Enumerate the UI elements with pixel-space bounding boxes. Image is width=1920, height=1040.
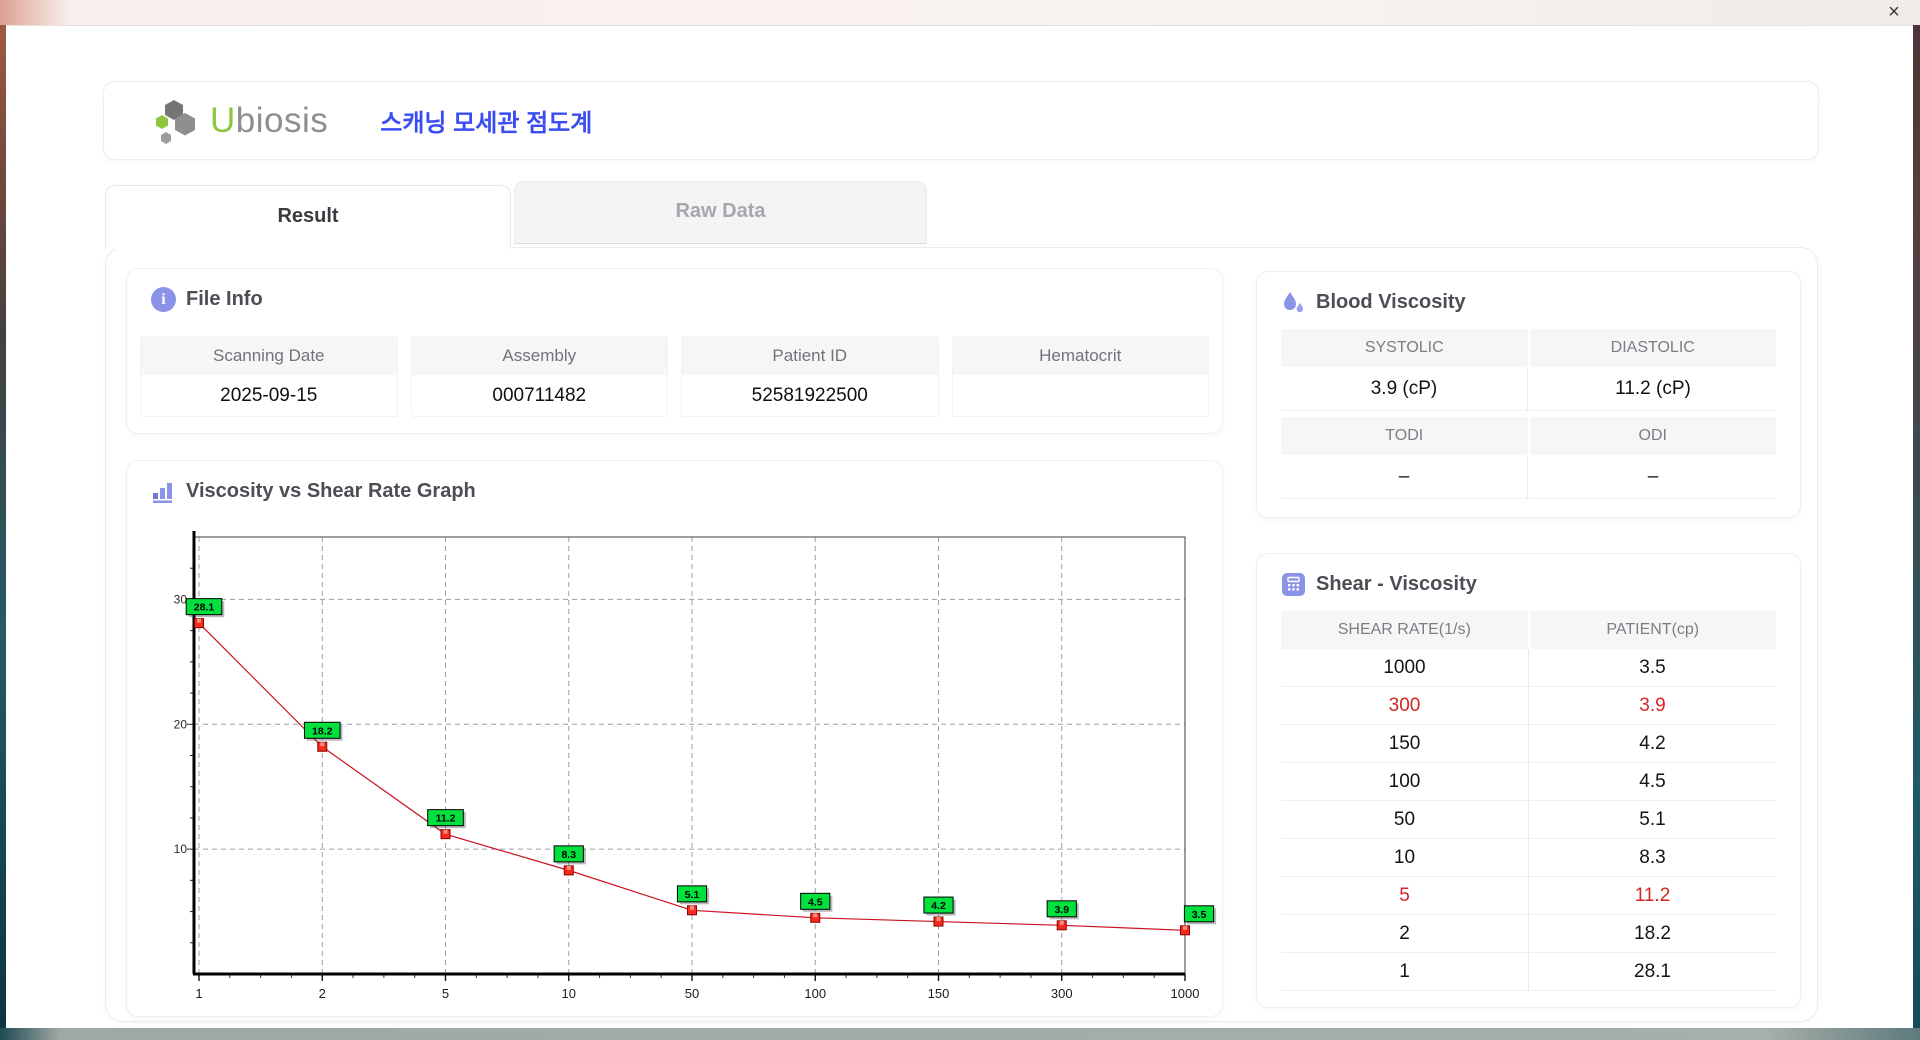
svg-text:18.2: 18.2 — [312, 725, 333, 737]
svg-text:20: 20 — [174, 717, 188, 731]
svg-text:300: 300 — [1051, 986, 1073, 1001]
systolic-value: 3.9 (cP) — [1281, 367, 1528, 411]
svg-text:11.2: 11.2 — [436, 813, 456, 825]
svg-text:100: 100 — [804, 986, 826, 1001]
svg-text:3.9: 3.9 — [1054, 904, 1069, 916]
desktop-edge-left — [0, 25, 6, 1040]
desktop-edge-right — [1913, 25, 1920, 1040]
table-row: 2 18.2 — [1281, 915, 1776, 953]
ubiosis-logo-icon — [156, 99, 195, 144]
svg-text:10: 10 — [562, 986, 576, 1001]
tab-result[interactable]: Result — [105, 185, 511, 249]
viscosity-chart: 10 20 30 1 2 5 10 50 100 150 300 1000 28.1 18.2 11.2 8.… — [174, 531, 1217, 1001]
svg-text:10: 10 — [174, 842, 188, 856]
svg-text:5.1: 5.1 — [685, 889, 700, 901]
table-row: 100 4.5 — [1281, 763, 1776, 801]
blood-viscosity-card: Blood Viscosity SYSTOLIC DIASTOLIC 3.9 (… — [1256, 271, 1801, 518]
diastolic-value: 11.2 (cP) — [1530, 367, 1776, 411]
file-info-title: File Info — [186, 288, 263, 310]
systolic-header: SYSTOLIC — [1281, 329, 1528, 367]
table-row: 150 4.2 — [1281, 725, 1776, 763]
svg-text:5: 5 — [442, 986, 449, 1001]
svg-text:30: 30 — [174, 592, 188, 606]
table-row: 300 3.9 — [1281, 687, 1776, 725]
logo-text: Ubiosis — [210, 100, 329, 140]
desktop: × Ubiosis 스캐닝 모세관 점도계 Result Raw Data i … — [0, 0, 1920, 1040]
header-card: Ubiosis 스캐닝 모세관 점도계 — [103, 81, 1819, 160]
svg-text:1000: 1000 — [1171, 986, 1200, 1001]
field-assembly: Assembly 000711482 — [410, 336, 668, 417]
app-title: 스캐닝 모세관 점도계 — [380, 110, 593, 137]
window-titlebar: × — [0, 0, 1920, 26]
odi-header: ODI — [1529, 417, 1776, 455]
desktop-edge-bottom — [0, 1028, 1920, 1040]
shear-rate-column-header: SHEAR RATE(1/s) — [1281, 611, 1528, 649]
patient-column-header: PATIENT(cp) — [1529, 611, 1776, 649]
svg-text:2: 2 — [319, 986, 326, 1001]
todi-value: – — [1281, 455, 1528, 499]
shear-viscosity-title: Shear - Viscosity — [1316, 573, 1477, 595]
table-row: 5 11.2 — [1281, 877, 1776, 915]
svg-text:150: 150 — [928, 986, 950, 1001]
shear-viscosity-table: SHEAR RATE(1/s) PATIENT(cp) 1000 3.5 300 3… — [1281, 611, 1776, 991]
svg-text:3.5: 3.5 — [1192, 909, 1207, 921]
todi-header: TODI — [1281, 417, 1528, 455]
calculator-icon — [1282, 573, 1305, 596]
file-info-card: i File Info Scanning Date 2025-09-15 Ass… — [126, 268, 1223, 434]
tab-raw-data[interactable]: Raw Data — [514, 181, 927, 244]
field-patient-id: Patient ID 52581922500 — [681, 336, 939, 417]
shear-viscosity-card: Shear - Viscosity SHEAR RATE(1/s) PATIEN… — [1256, 553, 1801, 1008]
info-icon: i — [151, 287, 176, 312]
ubiosis-logo: Ubiosis — [152, 96, 328, 146]
svg-text:4.2: 4.2 — [931, 900, 946, 912]
graph-card: Viscosity vs Shear Rate Graph 10 20 30 1 2 5 1… — [126, 460, 1223, 1017]
diastolic-header: DIASTOLIC — [1529, 329, 1776, 367]
graph-title: Viscosity vs Shear Rate Graph — [186, 480, 476, 502]
table-row: 10 8.3 — [1281, 839, 1776, 877]
droplet-icon — [1284, 292, 1303, 313]
blood-viscosity-title: Blood Viscosity — [1316, 291, 1466, 313]
odi-value: – — [1530, 455, 1776, 499]
table-row: 1000 3.5 — [1281, 649, 1776, 687]
svg-text:4.5: 4.5 — [808, 896, 823, 908]
svg-text:50: 50 — [685, 986, 699, 1001]
svg-text:28.1: 28.1 — [194, 602, 215, 614]
bar-chart-icon — [153, 483, 172, 503]
close-icon[interactable]: × — [1880, 0, 1908, 25]
table-row: 50 5.1 — [1281, 801, 1776, 839]
svg-text:1: 1 — [195, 986, 202, 1001]
table-row: 1 28.1 — [1281, 953, 1776, 991]
svg-text:8.3: 8.3 — [561, 849, 576, 861]
field-hematocrit: Hematocrit — [951, 336, 1209, 417]
field-scanning-date: Scanning Date 2025-09-15 — [140, 336, 398, 417]
result-panel: i File Info Scanning Date 2025-09-15 Ass… — [105, 247, 1818, 1022]
